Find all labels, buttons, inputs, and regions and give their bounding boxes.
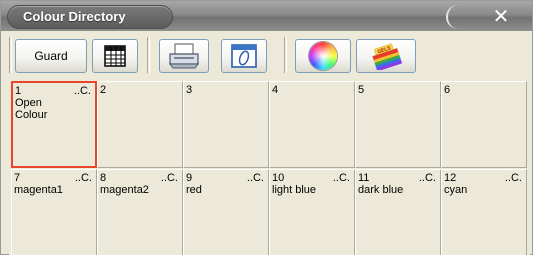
colour-cell[interactable]: 3	[183, 81, 269, 168]
toolbar-separator	[147, 37, 150, 73]
colour-cell[interactable]: 5	[355, 81, 441, 168]
cell-code: ..C.	[332, 172, 350, 184]
printer-icon	[169, 43, 199, 69]
colour-wheel-icon	[309, 42, 337, 70]
guard-button[interactable]: Guard	[15, 39, 87, 73]
spreadsheet-button[interactable]	[92, 39, 138, 73]
cell-name: light blue	[272, 184, 317, 196]
colour-cell[interactable]: 4	[269, 81, 355, 168]
guard-button-label: Guard	[34, 49, 68, 63]
cell-name: cyan	[444, 184, 468, 196]
cell-number: 12	[444, 172, 457, 184]
cell-number: 3	[186, 84, 193, 96]
print-button[interactable]	[159, 39, 209, 73]
colour-cell[interactable]: 9 ..C. red	[183, 169, 269, 255]
cell-number: 1	[15, 85, 22, 97]
colour-cell[interactable]: 12 ..C. cyan	[441, 169, 527, 255]
cell-name: Open Colour	[15, 97, 48, 121]
colour-grid: 1 ..C. Open Colour 2 3 4 5 6 7 ..C. mage…	[9, 81, 530, 255]
cell-number: 11	[358, 172, 370, 184]
toolbar: Guard GELS	[1, 31, 532, 76]
cell-name: magenta2	[100, 184, 149, 196]
cell-number: 7	[14, 172, 21, 184]
colour-cell[interactable]: 10 ..C. light blue	[269, 169, 355, 255]
colour-cell[interactable]: 2	[97, 81, 183, 168]
spreadsheet-icon	[104, 45, 126, 67]
cell-code: ..C.	[246, 172, 264, 184]
colour-cell[interactable]: 11 ..C. dark blue	[355, 169, 441, 255]
cell-number: 4	[272, 84, 279, 96]
cell-number: 2	[100, 84, 107, 96]
cell-name: dark blue	[358, 184, 404, 196]
close-icon[interactable]: ✕	[489, 5, 513, 27]
colour-cell[interactable]: 1 ..C. Open Colour	[11, 81, 97, 168]
edit-button[interactable]	[221, 39, 267, 73]
cell-code: ..C.	[418, 172, 436, 184]
cell-code: ..C.	[74, 172, 92, 184]
colour-cell[interactable]: 6	[441, 81, 527, 168]
title-bar[interactable]: Colour Directory ✕	[1, 1, 532, 31]
cell-number: 8	[100, 172, 107, 184]
gels-icon: GELS	[372, 43, 403, 70]
cell-number: 10	[272, 172, 285, 184]
window-title: Colour Directory	[23, 9, 126, 24]
toolbar-separator	[284, 37, 287, 73]
cell-code: ..C.	[160, 172, 178, 184]
cell-name: magenta1	[14, 184, 63, 196]
gels-button[interactable]: GELS	[356, 39, 416, 73]
cell-code: ..C.	[504, 172, 522, 184]
colour-cell[interactable]: 7 ..C. magenta1	[11, 169, 97, 255]
close-arc	[446, 5, 526, 29]
colour-directory-window: Colour Directory ✕ Guard GELS 1 ..C. Ope…	[0, 0, 533, 255]
toolbar-separator	[9, 37, 12, 73]
cell-name: red	[186, 184, 202, 196]
cell-number: 9	[186, 172, 193, 184]
cell-number: 5	[358, 84, 365, 96]
colour-wheel-button[interactable]	[295, 39, 351, 73]
colour-cell[interactable]: 8 ..C. magenta2	[97, 169, 183, 255]
edit-icon	[231, 44, 257, 68]
cell-code: ..C.	[73, 85, 91, 97]
cell-number: 6	[444, 84, 451, 96]
